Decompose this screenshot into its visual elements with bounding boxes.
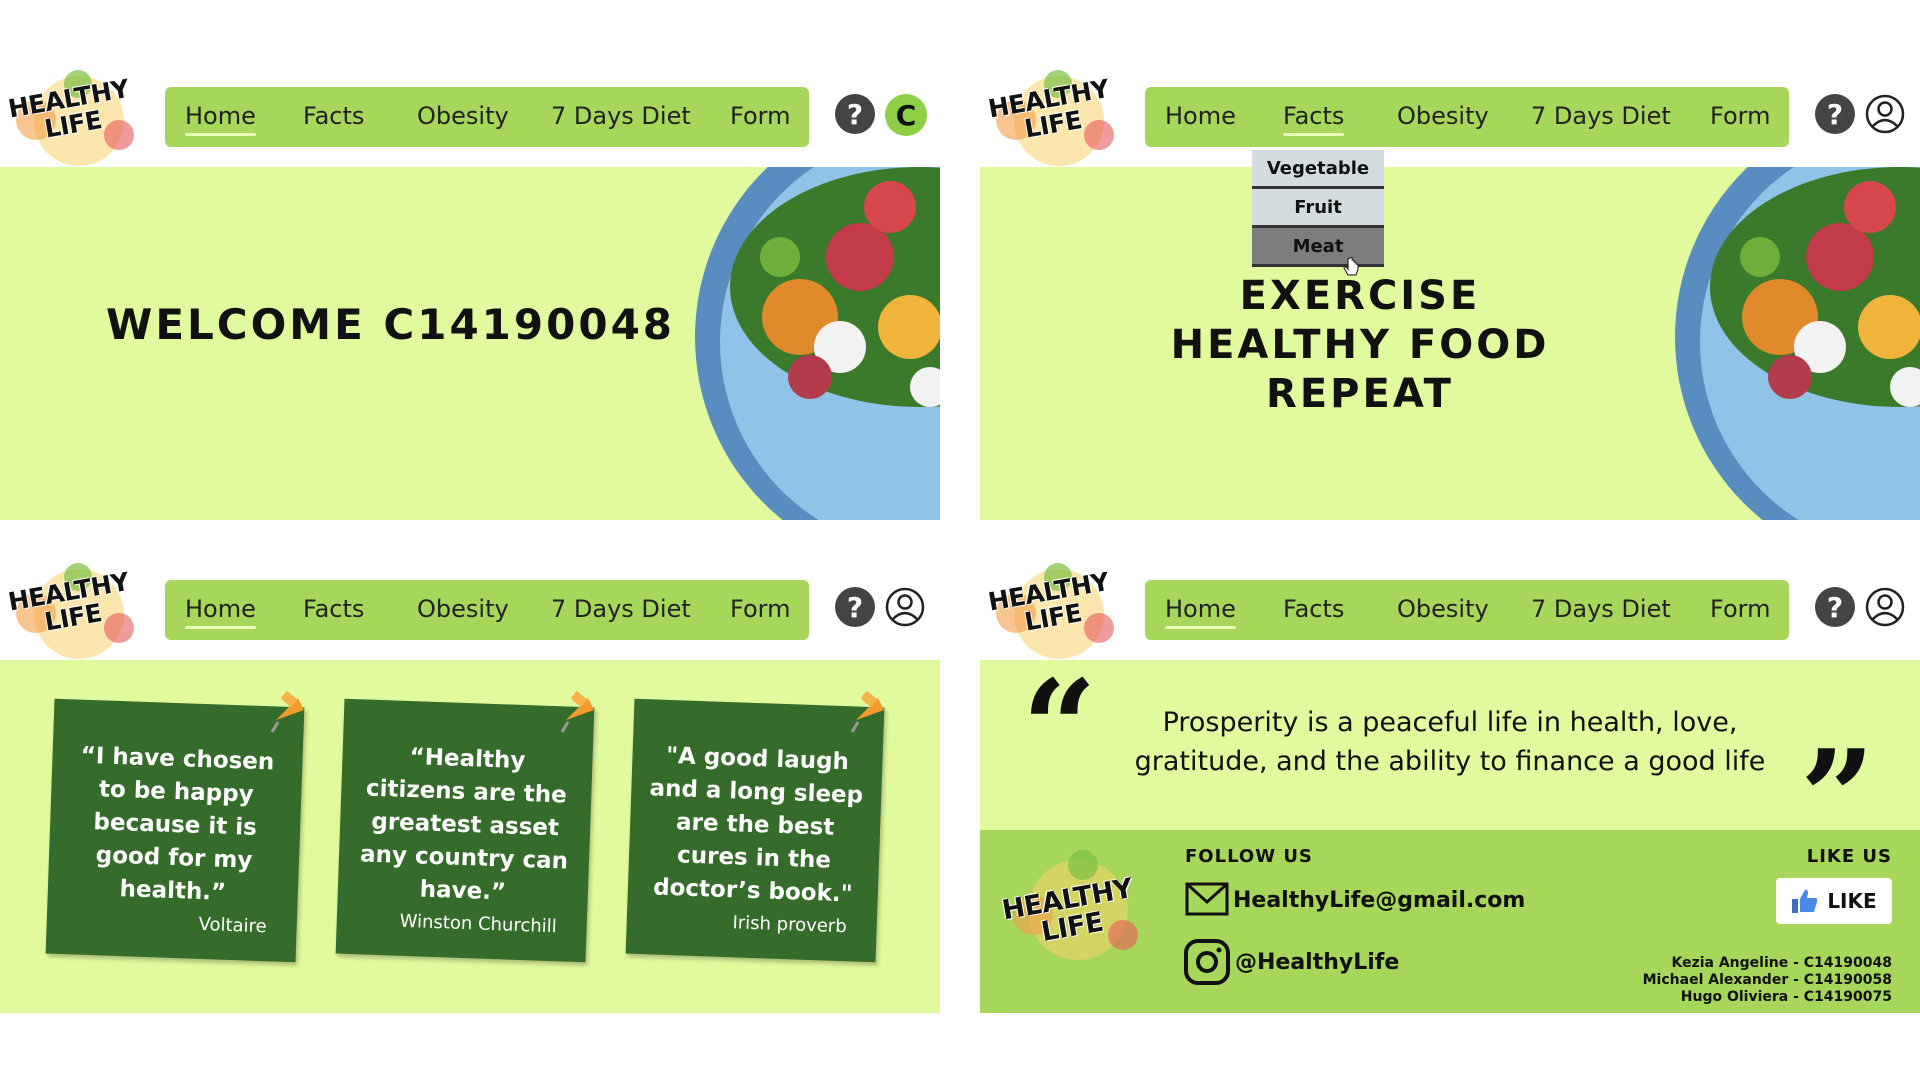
open-quote-icon: “ (1022, 651, 1097, 804)
help-icon[interactable]: ? (1815, 587, 1855, 627)
healthy-life-logo[interactable]: HEALTHY LIFE (4, 70, 154, 175)
credit-line: Michael Alexander - C14190058 (1642, 972, 1892, 988)
pin-icon (270, 691, 304, 733)
quote-author: Voltaire (198, 913, 268, 938)
site-footer: HEALTHY LIFE FOLLOW US HealthyLife@gmail.… (980, 830, 1920, 1013)
quote-author: Winston Churchill (399, 910, 558, 938)
quote-text: “I have chosen to be happy because it is… (80, 742, 275, 906)
nav-7-days-diet[interactable]: 7 Days Diet (1531, 595, 1671, 623)
quote-card: “I have chosen to be happy because it is… (45, 698, 305, 963)
pin-icon (560, 691, 594, 733)
thumbs-up-icon (1792, 889, 1818, 913)
nav-obesity[interactable]: Obesity (417, 102, 509, 130)
main-nav: Home Facts Obesity 7 Days Diet Form (165, 580, 809, 640)
email-icon[interactable] (1185, 882, 1229, 916)
instagram-icon[interactable] (1183, 938, 1231, 986)
panel-quotes: HEALTHY LIFE Home Facts Obesity 7 Days Di… (0, 563, 940, 1033)
nav-form[interactable]: Form (730, 102, 790, 130)
nav-form[interactable]: Form (1710, 595, 1770, 623)
welcome-heading: WELCOME C14190048 (106, 300, 676, 349)
nav-obesity[interactable]: Obesity (417, 595, 509, 623)
nav-home[interactable]: Home (1165, 102, 1236, 130)
follow-us-heading: FOLLOW US (1185, 846, 1313, 867)
like-button[interactable]: LIKE (1776, 878, 1892, 924)
main-nav: Home Facts Obesity 7 Days Diet Form (165, 87, 809, 147)
quote-text: “Healthy citizens are the greatest asset… (359, 744, 569, 906)
panel-welcome: HEALTHY LIFE Home Facts Obesity 7 Days Di… (0, 70, 940, 540)
nav-home[interactable]: Home (185, 102, 256, 136)
quote-author: Irish proverb (732, 912, 848, 938)
dropdown-item-vegetable[interactable]: Vegetable (1252, 150, 1384, 189)
credit-line: Kezia Angeline - C14190048 (1671, 955, 1892, 971)
nav-facts[interactable]: Facts (303, 102, 364, 130)
quote-card: “Healthy citizens are the greatest asset… (335, 698, 595, 963)
like-us-heading: LIKE US (1806, 846, 1892, 867)
like-label: LIKE (1827, 889, 1877, 913)
panel-footer: HEALTHY LIFE Home Facts Obesity 7 Days Di… (980, 563, 1920, 1033)
quote-card: "A good laugh and a long sleep are the b… (625, 698, 885, 963)
salad-bowl-image (1660, 167, 1920, 520)
help-icon[interactable]: ? (1815, 94, 1855, 134)
nav-home[interactable]: Home (185, 595, 256, 629)
user-profile-icon[interactable] (1865, 587, 1905, 627)
featured-quote: Prosperity is a peaceful life in health,… (1134, 707, 1766, 777)
hand-cursor-icon (1343, 257, 1359, 276)
instagram-link[interactable]: @HealthyLife (1235, 950, 1399, 975)
help-icon[interactable]: ? (835, 587, 875, 627)
healthy-life-logo[interactable]: HEALTHY LIFE (4, 563, 154, 668)
main-nav: Home Facts Obesity 7 Days Diet Form (1145, 580, 1789, 640)
nav-facts[interactable]: Facts (303, 595, 364, 623)
nav-obesity[interactable]: Obesity (1397, 595, 1489, 623)
nav-7-days-diet[interactable]: 7 Days Diet (551, 595, 691, 623)
dropdown-item-fruit[interactable]: Fruit (1252, 189, 1384, 228)
panel-facts-dropdown: HEALTHY LIFE Home Facts Obesity 7 Days Di… (980, 70, 1920, 540)
nav-obesity[interactable]: Obesity (1397, 102, 1489, 130)
user-profile-icon[interactable] (1865, 94, 1905, 134)
nav-facts[interactable]: Facts (1283, 102, 1345, 136)
facts-dropdown-menu: Vegetable Fruit Meat (1252, 150, 1384, 267)
salad-bowl-image (680, 167, 940, 520)
credits: Kezia Angeline - C14190048 Michael Alexa… (1643, 955, 1892, 1006)
nav-home[interactable]: Home (1165, 595, 1236, 629)
slogan-heading: EXERCISE HEALTHY FOOD REPEAT (1170, 273, 1550, 417)
credit-line: Hugo Oliviera - C14190075 (1680, 989, 1892, 1005)
help-icon[interactable]: ? (835, 94, 875, 134)
healthy-life-logo[interactable]: HEALTHY LIFE (984, 70, 1134, 175)
nav-facts[interactable]: Facts (1283, 595, 1344, 623)
nav-form[interactable]: Form (730, 595, 790, 623)
quote-text: "A good laugh and a long sleep are the b… (649, 742, 864, 908)
email-link[interactable]: HealthyLife@gmail.com (1233, 888, 1525, 913)
nav-form[interactable]: Form (1710, 102, 1770, 130)
user-profile-icon[interactable] (885, 587, 925, 627)
main-nav: Home Facts Obesity 7 Days Diet Form (1145, 87, 1789, 147)
dropdown-item-meat[interactable]: Meat (1252, 228, 1384, 267)
pin-icon (850, 691, 884, 733)
nav-7-days-diet[interactable]: 7 Days Diet (551, 102, 691, 130)
footer-logo[interactable]: HEALTHY LIFE (998, 850, 1148, 980)
user-avatar[interactable]: C (885, 94, 927, 136)
nav-7-days-diet[interactable]: 7 Days Diet (1531, 102, 1671, 130)
